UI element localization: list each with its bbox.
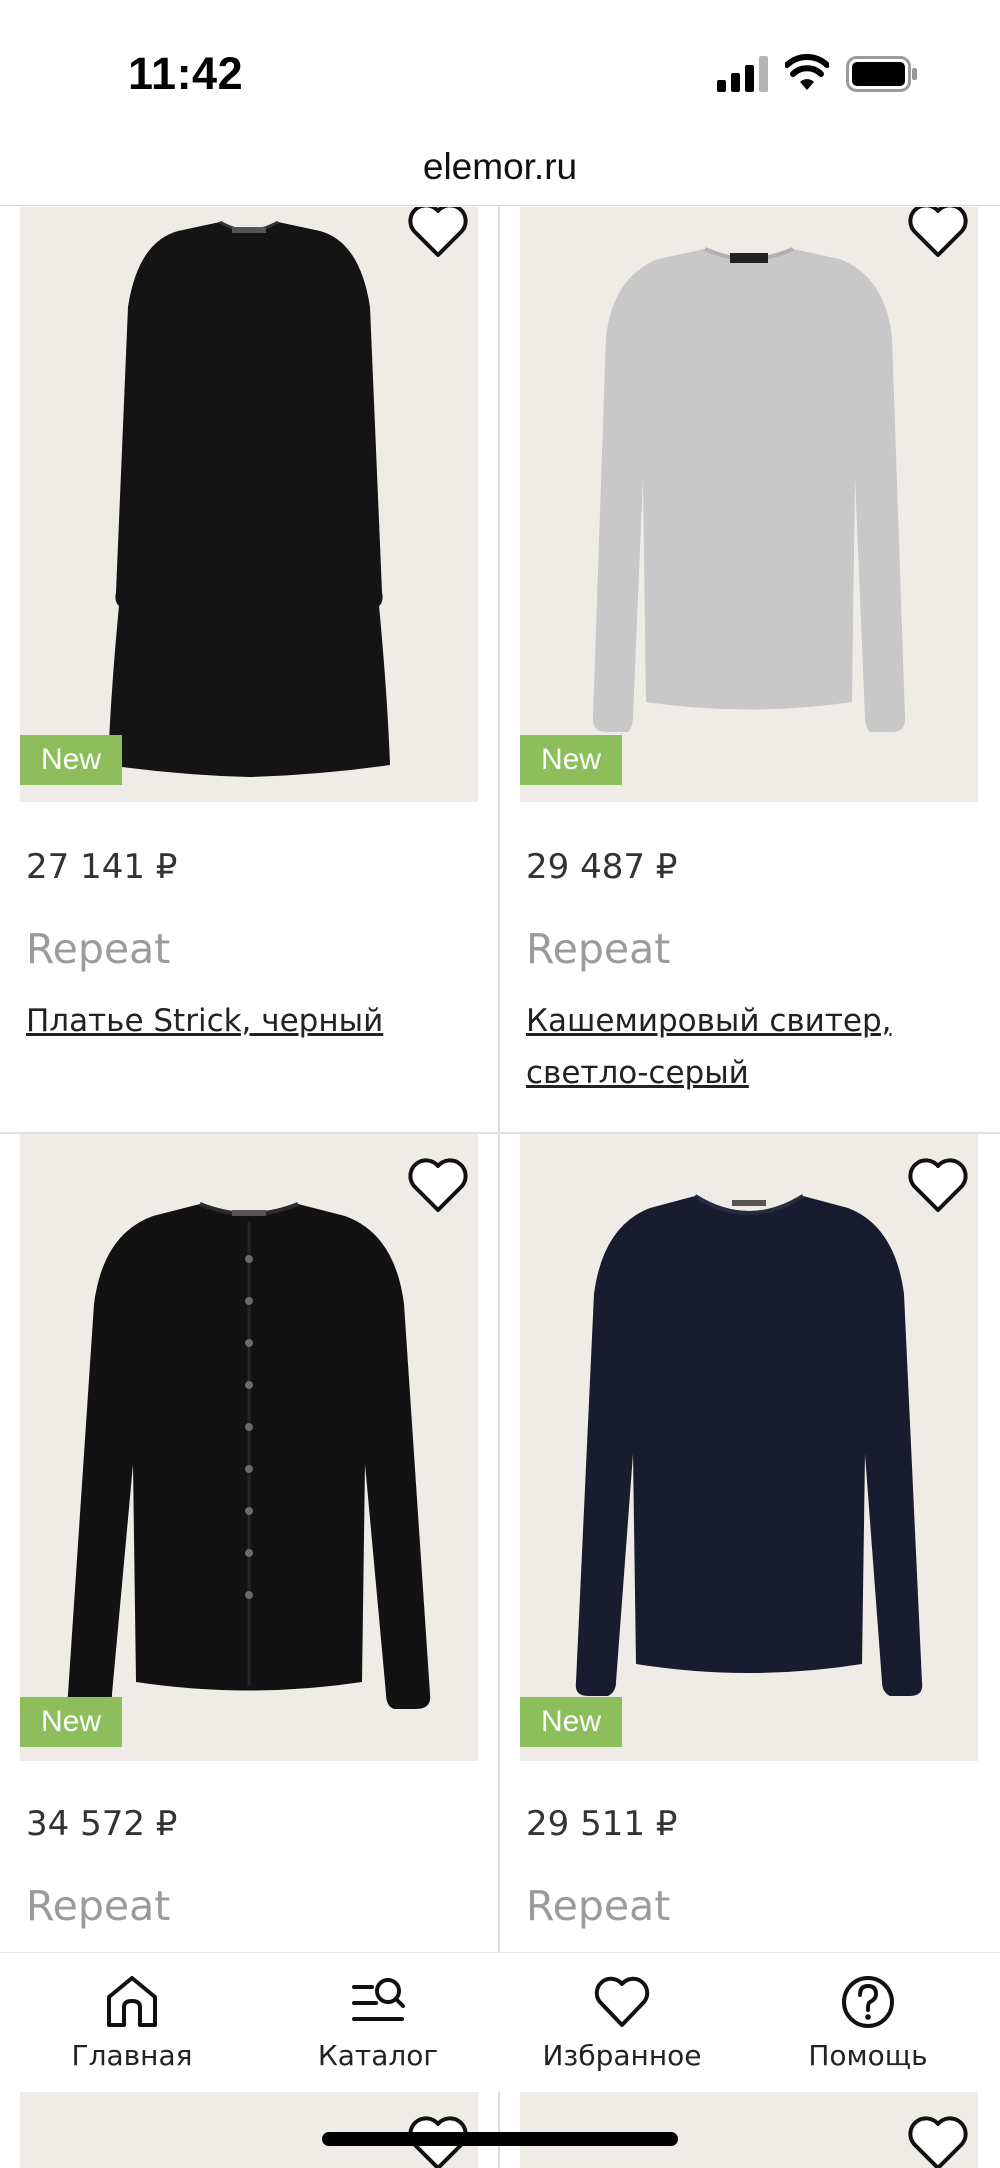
product-brand: Repeat [526, 925, 671, 973]
product-name-link[interactable]: Кашемировый свитер, светло-серый [526, 995, 966, 1099]
home-icon [107, 1976, 157, 2027]
tab-label: Каталог [317, 2039, 439, 2072]
status-time: 11:42 [128, 48, 244, 99]
product-card[interactable]: New 29 487 ₽ Repeat Кашемировый свитер, … [0, 207, 1000, 1132]
product-brand: Repeat [526, 1882, 671, 1930]
tab-catalog[interactable]: Каталог [253, 1953, 503, 2093]
column-divider [498, 2092, 500, 2168]
favorite-heart-icon[interactable] [906, 2114, 970, 2168]
product-price: 29 511 ₽ [526, 1804, 678, 1844]
url-text: elemor.ru [422, 146, 578, 187]
bottom-tab-bar: Главная Каталог Избранное Помощь [0, 1952, 1000, 2092]
wifi-icon [785, 54, 829, 90]
product-card[interactable]: New 29 511 ₽ Repeat [0, 1134, 1000, 1952]
tab-home[interactable]: Главная [7, 1953, 257, 2093]
catalog-search-icon [352, 1978, 405, 2021]
address-bar[interactable]: elemor.ru [0, 130, 1000, 206]
help-icon [842, 1976, 894, 2028]
grey-sweater-icon [592, 247, 906, 732]
tab-favorites[interactable]: Избранное [497, 1953, 747, 2093]
home-indicator[interactable] [322, 2132, 678, 2146]
product-image[interactable]: New [520, 1134, 978, 1761]
tab-help[interactable]: Помощь [743, 1953, 993, 2093]
heart-icon [594, 1976, 650, 2027]
cellular-signal-icon [717, 56, 768, 92]
tab-label: Помощь [808, 2039, 928, 2072]
new-badge: New [520, 735, 622, 785]
tab-label: Главная [71, 2039, 193, 2072]
new-badge: New [520, 1697, 622, 1747]
product-image[interactable]: New [520, 207, 978, 802]
next-row-peek [0, 2092, 1000, 2168]
favorite-heart-icon[interactable] [906, 207, 970, 259]
product-price: 29 487 ₽ [526, 847, 678, 887]
navy-sweater-icon [575, 1194, 923, 1696]
favorite-heart-icon[interactable] [906, 1156, 970, 1214]
battery-icon [846, 56, 917, 92]
tab-label: Избранное [542, 2039, 702, 2072]
status-bar: 11:42 [0, 0, 1000, 130]
product-grid: New 27 141 ₽ Repeat Платье Strick, черны… [0, 207, 1000, 1952]
